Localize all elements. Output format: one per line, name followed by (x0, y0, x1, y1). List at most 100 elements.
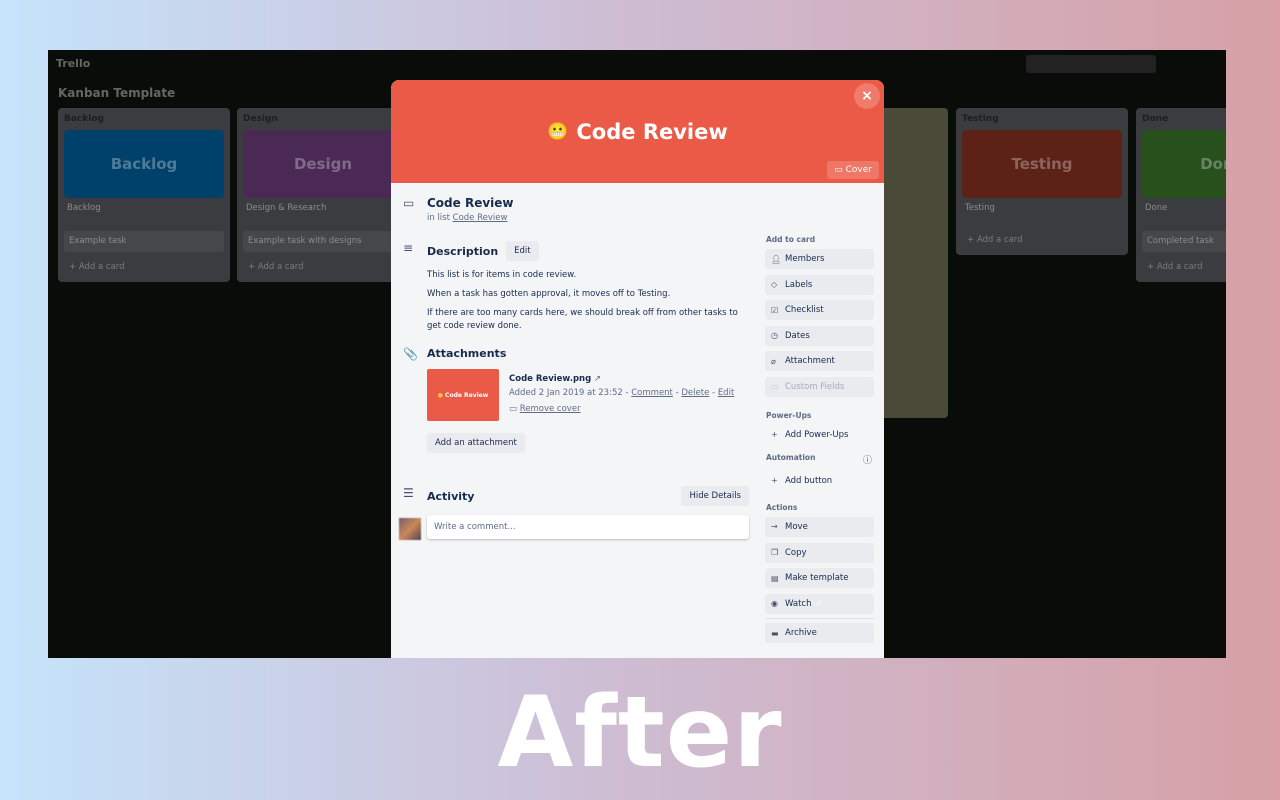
list-title: Done (1142, 114, 1169, 124)
button-label: Move (785, 521, 808, 532)
folder-icon: ▭ (771, 382, 779, 392)
activity-section: ☰ Activity Hide Details Write a comment..… (399, 486, 749, 540)
attachment-thumbnail[interactable]: ● Code Review (427, 369, 499, 421)
add-power-ups-button[interactable]: + Add Power-Ups (765, 425, 874, 445)
comment-link[interactable]: Comment (631, 388, 673, 398)
make-template-button[interactable]: ▤ Make template (765, 568, 874, 589)
list-done: Done Done Done Completed task + Add a ca… (1136, 108, 1226, 282)
copy-button[interactable]: ❐ Copy (765, 542, 874, 563)
add-card-button[interactable]: + Add a card (1142, 258, 1226, 276)
copy-icon: ❐ (771, 548, 779, 558)
add-card-button[interactable]: + Add a card (243, 258, 403, 276)
description-text: This list is for items in code review. (427, 270, 577, 280)
description-text: If there are too many cards here, we sho… (427, 308, 738, 331)
labels-button[interactable]: ◇ Labels (765, 274, 874, 295)
delete-link[interactable]: Delete (681, 388, 709, 398)
card-sidebar: Add to card 👤︎ Members ◇ Labels ☑ Checklist… (765, 235, 874, 649)
button-label: Add button (785, 475, 833, 486)
add-card-label: Add a card (257, 262, 304, 272)
edit-link[interactable]: Edit (718, 388, 734, 398)
card-cover[interactable]: Design (243, 130, 403, 198)
members-button[interactable]: 👤︎ Members (765, 249, 874, 269)
grimace-emoji-icon: 😬 (547, 121, 569, 142)
add-card-label: Add a card (1156, 262, 1203, 272)
add-card-label: Add a card (78, 262, 125, 272)
clock-icon: ◷ (771, 331, 778, 341)
info-icon[interactable]: ⓘ (863, 453, 872, 467)
activity-icon: ☰ (403, 486, 414, 500)
list-title: Backlog (64, 114, 104, 124)
actions-heading: Actions (766, 502, 798, 512)
description-heading: Description (427, 244, 499, 258)
cover-icon: ▭ (509, 404, 518, 414)
card-title[interactable]: Design & Research (243, 198, 403, 225)
checkbox-icon: ☑ (771, 305, 779, 315)
custom-fields-button[interactable]: ▭ Custom Fields (765, 376, 874, 397)
card-detail-modal: 😬 Code Review × ▭ Cover ▭ Code Review in… (391, 80, 884, 658)
card-title[interactable]: Done (1142, 198, 1226, 225)
check-icon: ✓ (815, 598, 823, 609)
button-label: Labels (785, 279, 813, 290)
avatar (399, 518, 421, 540)
edit-description-button[interactable]: Edit (506, 241, 539, 261)
plus-icon: + (771, 476, 778, 486)
move-button[interactable]: → Move (765, 516, 874, 537)
paperclip-icon: ⌀ (771, 356, 776, 366)
cover-button[interactable]: ▭ Cover (827, 161, 879, 179)
attachment-button[interactable]: ⌀ Attachment (765, 351, 874, 372)
checklist-button[interactable]: ☑ Checklist (765, 300, 874, 321)
top-bar: Trello (48, 50, 1226, 78)
cover-button-label: Cover (845, 165, 872, 175)
add-card-label: Add a card (976, 235, 1023, 245)
list-design: Design Design Design & Research Example … (237, 108, 409, 282)
card-title[interactable]: Backlog (64, 198, 224, 225)
person-icon: 👤︎ (771, 254, 782, 264)
button-label: Archive (785, 628, 817, 639)
board-title: Kanban Template (58, 86, 176, 100)
button-label: Members (785, 254, 825, 264)
button-label: Attachment (785, 356, 835, 367)
attachments-heading: Attachments (427, 347, 507, 360)
archive-icon: ▬ (771, 628, 779, 638)
external-link-icon[interactable]: ↗ (594, 374, 601, 384)
eye-icon: ◉ (771, 599, 778, 609)
card-title[interactable]: Code Review (427, 196, 749, 210)
card-cover-banner: 😬 Code Review × ▭ Cover (391, 80, 884, 183)
archive-button[interactable]: ▬ Archive (765, 623, 874, 644)
button-label: Make template (785, 573, 849, 584)
card-cover[interactable]: Done (1142, 130, 1226, 198)
search-input[interactable] (1026, 55, 1156, 73)
hide-details-button[interactable]: Hide Details (681, 486, 749, 506)
remove-cover-link[interactable]: Remove cover (520, 404, 581, 414)
description-text: When a task has gotten approval, it move… (427, 289, 671, 299)
add-card-button[interactable]: + Add a card (962, 231, 1122, 249)
cover-title: Code Review (576, 119, 728, 144)
card-cover[interactable]: Testing (962, 130, 1122, 198)
list-link[interactable]: Code Review (453, 213, 508, 223)
watch-button[interactable]: ◉ Watch ✓ (765, 593, 874, 614)
card-title[interactable]: Testing (962, 198, 1122, 225)
attachment-name[interactable]: Code Review.png (509, 374, 591, 384)
card[interactable]: Example task (64, 231, 224, 252)
activity-heading: Activity (427, 489, 475, 503)
dates-button[interactable]: ◷ Dates (765, 325, 874, 346)
title-section: ▭ Code Review in list Code Review (403, 196, 749, 223)
arrow-right-icon: → (771, 522, 778, 532)
in-list-label: in list (427, 213, 450, 223)
button-label: Watch (785, 598, 812, 609)
add-button-button[interactable]: + Add button (765, 471, 874, 491)
close-button[interactable]: × (854, 83, 880, 109)
add-attachment-button[interactable]: Add an attachment (427, 433, 525, 453)
card[interactable]: Example task with designs (243, 231, 403, 252)
card[interactable]: Completed task (1142, 231, 1226, 252)
card-cover[interactable]: Backlog (64, 130, 224, 198)
power-ups-heading: Power-Ups (766, 410, 812, 420)
caption: After (497, 676, 783, 790)
add-card-button[interactable]: + Add a card (64, 258, 224, 276)
button-label: Checklist (785, 305, 824, 316)
list-title: Testing (962, 114, 999, 124)
template-icon: ▤ (771, 573, 779, 583)
button-label: Add Power-Ups (785, 429, 849, 440)
comment-input[interactable]: Write a comment... (427, 515, 749, 539)
paperclip-icon: 📎 (403, 347, 418, 361)
